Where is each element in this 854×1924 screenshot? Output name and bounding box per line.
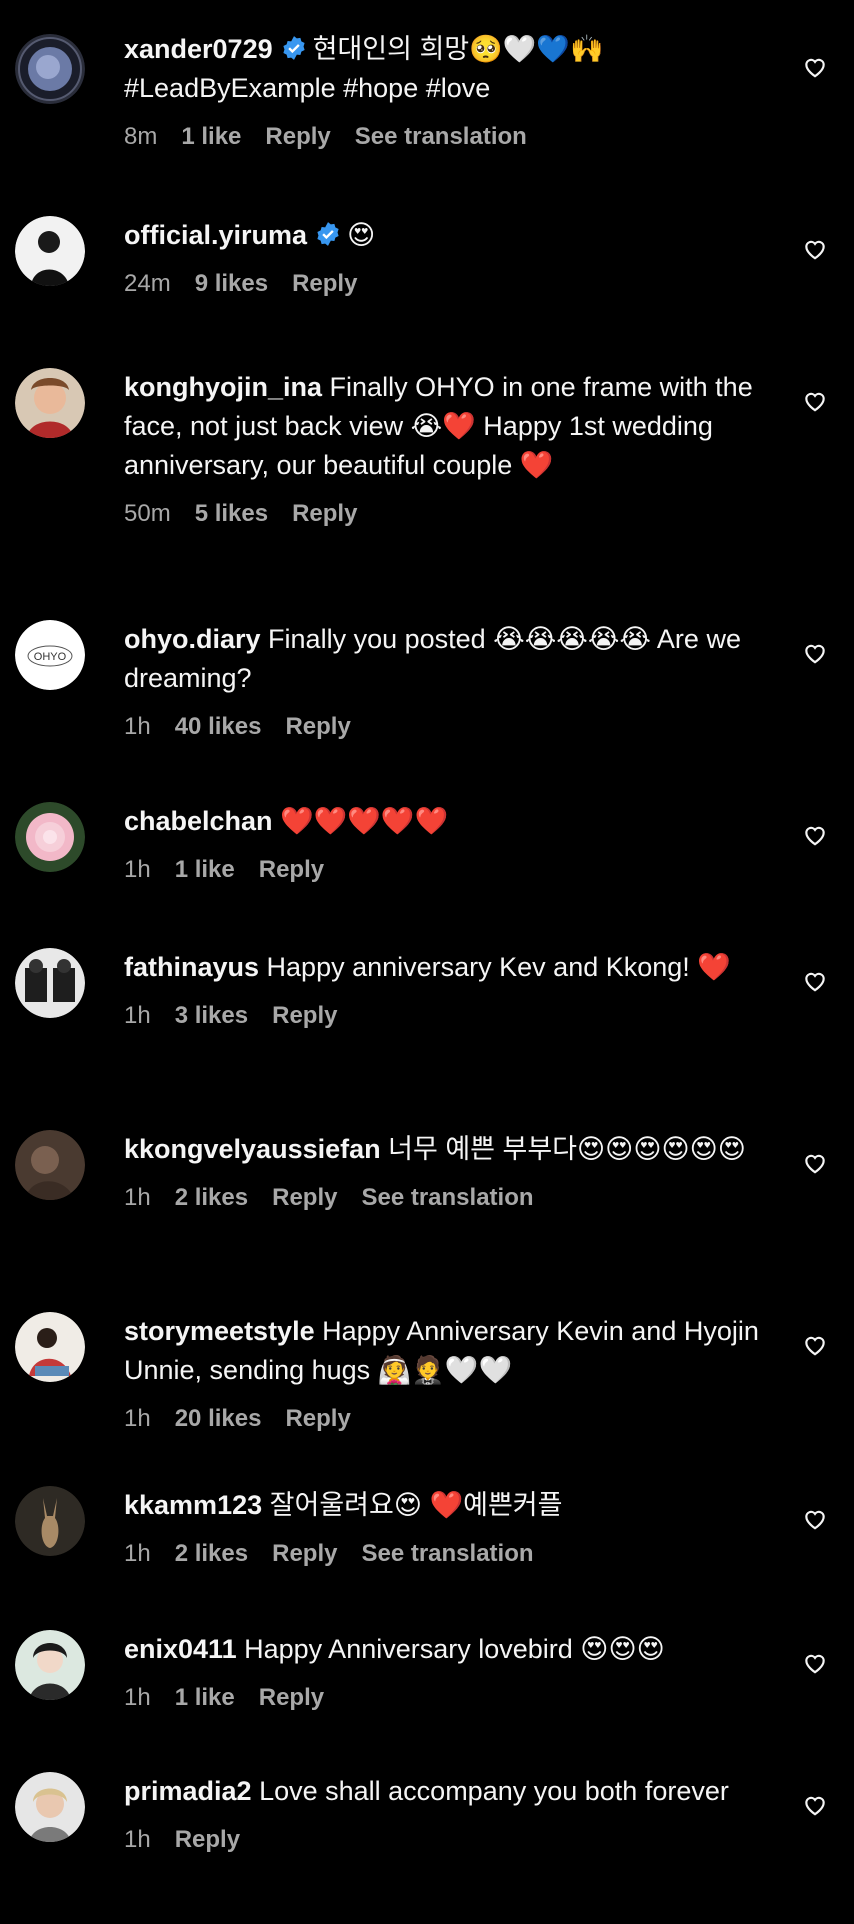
svg-text:OHYO: OHYO <box>34 651 67 663</box>
reply-button[interactable]: Reply <box>272 1540 337 1567</box>
comment-meta: 1h 3 likes Reply <box>124 1001 764 1031</box>
reply-button[interactable]: Reply <box>292 500 357 527</box>
comment-likes[interactable]: 1 like <box>181 123 241 150</box>
comment-likes[interactable]: 2 likes <box>175 1540 248 1567</box>
comment-likes[interactable]: 1 like <box>175 1684 235 1711</box>
comment-text: Happy anniversary Kev and Kkong! ❤️ <box>266 952 731 982</box>
comment-time: 50m <box>124 500 171 527</box>
comment-username[interactable]: chabelchan <box>124 806 273 836</box>
avatar[interactable]: OHYO <box>15 620 85 690</box>
reply-button[interactable]: Reply <box>272 1184 337 1211</box>
comment-username[interactable]: official.yiruma <box>124 220 307 250</box>
comment-username[interactable]: ohyo.diary <box>124 624 261 654</box>
reply-button[interactable]: Reply <box>175 1826 240 1853</box>
comment-text: 너무 예쁜 부부다😍😍😍😍😍😍 <box>388 1134 746 1164</box>
comment-username[interactable]: fathinayus <box>124 952 259 982</box>
see-translation-button[interactable]: See translation <box>361 1184 533 1211</box>
avatar[interactable] <box>15 1772 85 1842</box>
comment-text: Happy Anniversary lovebird 😍😍😍 <box>244 1634 665 1664</box>
comment-meta: 1h Reply <box>124 1825 764 1855</box>
comment-time: 1h <box>124 1540 151 1567</box>
comment-time: 1h <box>124 1405 151 1432</box>
comment-time: 1h <box>124 1684 151 1711</box>
heart-outline-icon[interactable] <box>802 236 828 262</box>
verified-badge-icon <box>282 36 305 60</box>
avatar[interactable] <box>15 216 85 286</box>
comment-likes[interactable]: 40 likes <box>175 713 262 740</box>
comment-time: 24m <box>124 270 171 297</box>
comment-likes[interactable]: 3 likes <box>175 1002 248 1029</box>
heart-outline-icon[interactable] <box>802 54 828 80</box>
reply-button[interactable]: Reply <box>259 1684 324 1711</box>
comment-text: 😍 <box>347 220 376 250</box>
comment-meta: 1h 1 like Reply <box>124 1683 764 1713</box>
verified-badge-icon <box>317 222 339 246</box>
comment-username[interactable]: enix0411 <box>124 1634 237 1664</box>
comment-username[interactable]: storymeetstyle <box>124 1316 315 1346</box>
comment-meta: 24m 9 likes Reply <box>124 269 764 299</box>
comment-meta: 1h 2 likes Reply See translation <box>124 1183 764 1213</box>
avatar[interactable] <box>15 1486 85 1556</box>
comment-meta: 50m 5 likes Reply <box>124 499 764 529</box>
heart-outline-icon[interactable] <box>802 822 828 848</box>
comment-text: Love shall accompany you both forever <box>259 1776 729 1806</box>
heart-outline-icon[interactable] <box>802 388 828 414</box>
comment-time: 1h <box>124 1184 151 1211</box>
comment-time: 8m <box>124 123 158 150</box>
comment-time: 1h <box>124 856 151 883</box>
heart-outline-icon[interactable] <box>802 1792 828 1818</box>
comment-time: 1h <box>124 1002 151 1029</box>
avatar[interactable] <box>15 948 85 1018</box>
comment-meta: 8m 1 like Reply See translation <box>124 122 764 152</box>
comment-username[interactable]: konghyojin_ina <box>124 372 322 402</box>
comment-meta: 1h 20 likes Reply <box>124 1404 764 1434</box>
reply-button[interactable]: Reply <box>285 1405 350 1432</box>
avatar[interactable] <box>15 34 85 104</box>
reply-button[interactable]: Reply <box>285 713 350 740</box>
avatar[interactable] <box>15 368 85 438</box>
heart-outline-icon[interactable] <box>802 1506 828 1532</box>
heart-outline-icon[interactable] <box>802 1650 828 1676</box>
comment-likes[interactable]: 5 likes <box>195 500 268 527</box>
comment-meta: 1h 1 like Reply <box>124 855 764 885</box>
comment-time: 1h <box>124 713 151 740</box>
heart-outline-icon[interactable] <box>802 1332 828 1358</box>
comment-likes[interactable]: 1 like <box>175 856 235 883</box>
reply-button[interactable]: Reply <box>272 1002 337 1029</box>
heart-outline-icon[interactable] <box>802 640 828 666</box>
heart-outline-icon[interactable] <box>802 968 828 994</box>
comment-username[interactable]: kkamm123 <box>124 1490 262 1520</box>
comment-time: 1h <box>124 1826 151 1853</box>
comment-text: ❤️❤️❤️❤️❤️ <box>280 806 449 836</box>
comment-username[interactable]: kkongvelyaussiefan <box>124 1134 381 1164</box>
comment-text: 잘어울려요😍 ❤️예쁜커플 <box>269 1490 563 1520</box>
avatar[interactable] <box>15 1130 85 1200</box>
reply-button[interactable]: Reply <box>259 856 324 883</box>
comment-meta: 1h 40 likes Reply <box>124 712 764 742</box>
comment-likes[interactable]: 20 likes <box>175 1405 262 1432</box>
avatar[interactable] <box>15 1312 85 1382</box>
avatar[interactable] <box>15 1630 85 1700</box>
reply-button[interactable]: Reply <box>292 270 357 297</box>
comment-likes[interactable]: 2 likes <box>175 1184 248 1211</box>
avatar[interactable] <box>15 802 85 872</box>
comment-username[interactable]: xander0729 <box>124 34 273 64</box>
comment-likes[interactable]: 9 likes <box>195 270 268 297</box>
see-translation-button[interactable]: See translation <box>355 123 527 150</box>
comment-username[interactable]: primadia2 <box>124 1776 252 1806</box>
see-translation-button[interactable]: See translation <box>361 1540 533 1567</box>
comment-meta: 1h 2 likes Reply See translation <box>124 1539 764 1569</box>
reply-button[interactable]: Reply <box>265 123 330 150</box>
heart-outline-icon[interactable] <box>802 1150 828 1176</box>
